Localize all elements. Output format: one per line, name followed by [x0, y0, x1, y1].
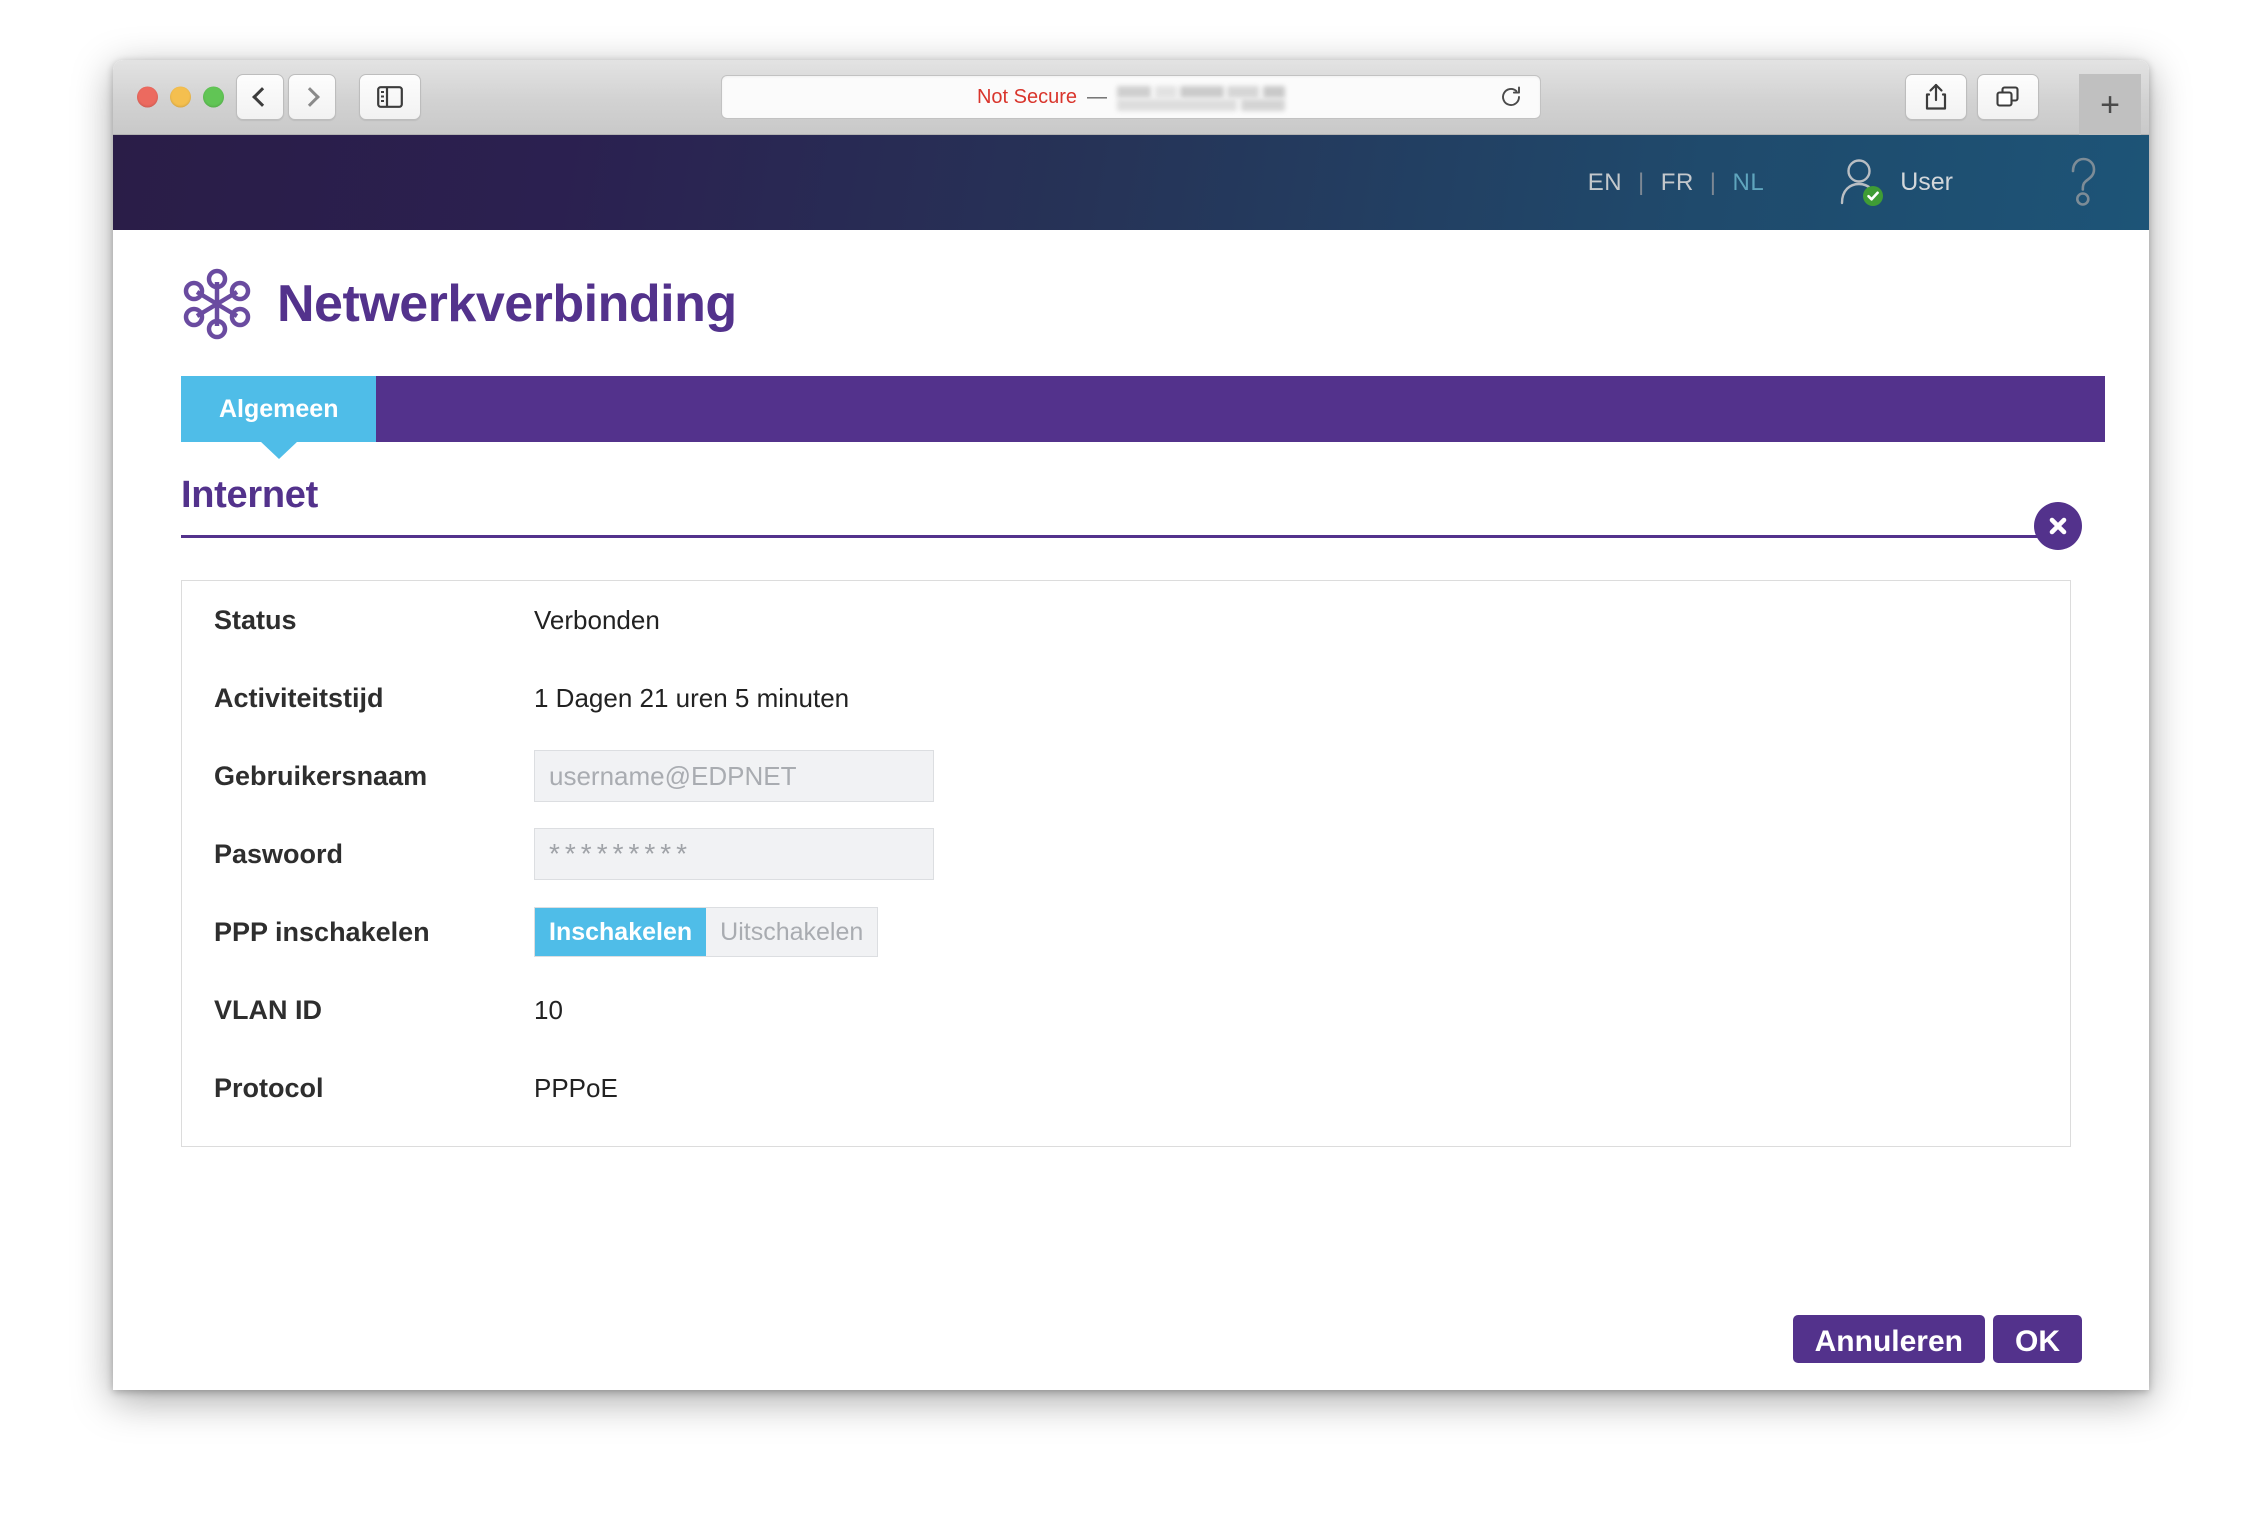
zoom-window-button[interactable]	[203, 86, 224, 108]
language-option-en[interactable]: EN	[1588, 169, 1622, 197]
page-viewport: EN | FR | NL User Netwerkverbinding Alge…	[113, 135, 2149, 1389]
reload-icon	[1502, 86, 1520, 106]
row-protocol: Protocol PPPoE	[182, 1049, 2070, 1127]
language-option-fr[interactable]: FR	[1661, 169, 1694, 197]
share-icon	[1925, 83, 1947, 110]
language-switcher: EN | FR | NL	[1588, 169, 1765, 197]
row-vlan-id: VLAN ID 10	[182, 971, 2070, 1049]
row-vlan-id-value: 10	[534, 994, 563, 1025]
dialog-header: Netwerkverbinding	[157, 230, 2105, 340]
tab-bar: Algemeen	[181, 376, 2105, 442]
desktop-backdrop: Not Secure — + EN | FR | NL User Netwerk…	[0, 0, 2244, 1528]
tab-overview-icon	[1996, 86, 2019, 107]
ppp-disable-option[interactable]: Uitschakelen	[706, 908, 878, 956]
question-mark-icon	[2071, 157, 2096, 206]
row-password: Paswoord *********	[182, 815, 2070, 893]
back-button[interactable]	[236, 74, 284, 120]
tab-algemeen[interactable]: Algemeen	[181, 376, 377, 442]
new-tab-button[interactable]: +	[2079, 74, 2141, 136]
chevron-left-icon	[252, 87, 272, 107]
help-button[interactable]	[2061, 154, 2105, 212]
password-input[interactable]: *********	[534, 828, 934, 880]
chevron-right-icon	[300, 87, 320, 107]
page-title: Netwerkverbinding	[277, 275, 737, 333]
language-option-nl[interactable]: NL	[1733, 169, 1765, 197]
row-vlan-id-label: VLAN ID	[214, 994, 322, 1025]
row-ppp-enable-label: PPP inschakelen	[214, 916, 430, 947]
row-password-label: Paswoord	[214, 838, 344, 869]
network-hub-icon	[183, 268, 251, 340]
user-label: User	[1900, 168, 1953, 196]
row-protocol-value: PPPoE	[534, 1072, 618, 1103]
user-icon	[1841, 158, 1884, 206]
sidebar-toggle-button[interactable]	[359, 74, 421, 120]
share-button[interactable]	[1905, 74, 1967, 120]
row-uptime: Activiteitstijd 1 Dagen 21 uren 5 minute…	[182, 659, 2070, 737]
redacted-url	[1117, 85, 1286, 111]
ok-button[interactable]: OK	[1993, 1315, 2082, 1363]
tab-algemeen-label: Algemeen	[219, 394, 339, 423]
browser-window: Not Secure — + EN | FR | NL User Netwerk…	[113, 60, 2149, 1390]
language-separator-1: |	[1638, 168, 1645, 196]
row-username-label: Gebruikersnaam	[214, 760, 428, 791]
row-uptime-value: 1 Dagen 21 uren 5 minuten	[534, 682, 850, 713]
window-traffic-lights	[137, 86, 224, 108]
section-heading: Internet	[181, 474, 318, 516]
ppp-toggle-group: Inschakelen Uitschakelen	[534, 907, 879, 957]
forward-button[interactable]	[288, 74, 336, 120]
reload-button[interactable]	[1498, 84, 1524, 110]
address-bar-content: Not Secure —	[976, 85, 1286, 111]
cancel-button[interactable]: Annuleren	[1792, 1315, 1985, 1363]
language-separator-2: |	[1709, 168, 1717, 196]
close-window-button[interactable]	[137, 86, 158, 108]
username-input[interactable]: username@EDPNET	[534, 750, 934, 802]
close-icon	[2049, 517, 2067, 535]
browser-toolbar: Not Secure — +	[113, 60, 2149, 136]
section-divider	[181, 535, 2071, 538]
dialog-content: Netwerkverbinding Algemeen Internet Stat…	[113, 230, 2149, 1389]
address-separator: —	[1087, 85, 1108, 108]
row-status-label: Status	[214, 604, 297, 635]
site-header: EN | FR | NL User	[113, 135, 2149, 230]
settings-panel: Status Verbonden Activiteitstijd 1 Dagen…	[181, 580, 2071, 1147]
row-status: Status Verbonden	[182, 581, 2070, 659]
sidebar-icon	[377, 86, 403, 108]
new-tab-label: +	[2100, 86, 2120, 124]
row-username: Gebruikersnaam username@EDPNET	[182, 737, 2070, 815]
ppp-enable-option[interactable]: Inschakelen	[535, 908, 707, 956]
row-protocol-label: Protocol	[214, 1072, 324, 1103]
user-menu[interactable]: User	[1838, 157, 1953, 209]
tab-overview-button[interactable]	[1977, 74, 2039, 120]
row-ppp-enable: PPP inschakelen Inschakelen Uitschakelen	[182, 893, 2070, 971]
not-secure-label: Not Secure	[976, 85, 1078, 108]
dialog-actions: Annuleren OK	[1792, 1315, 2082, 1363]
close-dialog-button[interactable]	[2034, 502, 2082, 550]
row-uptime-label: Activiteitstijd	[214, 682, 384, 713]
address-bar[interactable]: Not Secure —	[721, 75, 1541, 119]
row-status-value: Verbonden	[534, 604, 660, 635]
minimize-window-button[interactable]	[170, 86, 191, 108]
